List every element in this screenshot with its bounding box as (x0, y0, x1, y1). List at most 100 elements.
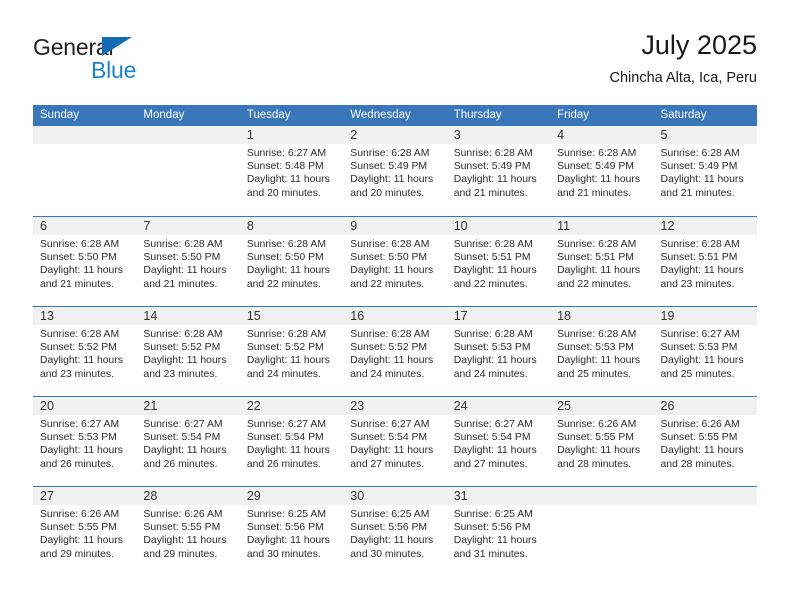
weekday-header-tuesday: Tuesday (246, 109, 291, 121)
calendar-day-cell[interactable]: 7 Sunrise: 6:28 AM Sunset: 5:50 PM Daylight… (136, 217, 240, 306)
daylight-text-line2: and 24 minutes. (453, 368, 528, 380)
calendar-day-cell[interactable]: 25 Sunrise: 6:26 AM Sunset: 5:55 PM Dayligh… (550, 397, 654, 486)
sunset-text: Sunset: 5:49 PM (453, 161, 531, 173)
calendar-day-cell[interactable]: 19 Sunrise: 6:27 AM Sunset: 5:53 PM Dayligh… (653, 307, 757, 396)
calendar-day-cell[interactable]: 8 Sunrise: 6:28 AM Sunset: 5:50 PM Daylight… (239, 217, 344, 306)
sunrise-text: Sunrise: 6:28 AM (453, 148, 533, 159)
day-number: 25 (557, 399, 572, 413)
daylight-text-line2: and 22 minutes. (246, 278, 321, 290)
day-number-band: 5 (653, 126, 757, 144)
day-number: 11 (557, 219, 571, 233)
day-details: Sunrise: 6:28 AM Sunset: 5:50 PM Daylight:… (240, 235, 343, 291)
generalblue-logo[interactable]: General Blue (33, 34, 243, 83)
day-details: Sunrise: 6:27 AM Sunset: 5:48 PM Daylight:… (240, 144, 343, 200)
calendar-day-cell[interactable]: 3 Sunrise: 6:28 AM Sunset: 5:49 PM Daylight… (446, 126, 551, 216)
calendar-day-cell[interactable]: 27 Sunrise: 6:26 AM Sunset: 5:55 PM Dayligh… (33, 487, 137, 576)
weekday-header-thursday: Thursday (453, 109, 502, 121)
sunrise-text: Sunrise: 6:27 AM (660, 329, 740, 340)
day-number-band: 17 (446, 307, 551, 325)
daylight-text-line2: and 22 minutes. (557, 278, 632, 290)
sunset-text: Sunset: 5:55 PM (660, 432, 738, 444)
day-number-band: 9 (343, 217, 447, 235)
calendar-day-cell[interactable]: 13 Sunrise: 6:28 AM Sunset: 5:52 PM Dayligh… (33, 307, 137, 396)
sunset-text: Sunset: 5:53 PM (40, 432, 117, 444)
daylight-text-line2: and 23 minutes. (40, 368, 114, 380)
daylight-text-line2: and 26 minutes. (143, 458, 218, 470)
calendar-day-cell[interactable]: 18 Sunrise: 6:28 AM Sunset: 5:53 PM Dayligh… (550, 307, 654, 396)
calendar-day-cell[interactable]: 29 Sunrise: 6:25 AM Sunset: 5:56 PM Dayligh… (239, 487, 344, 576)
sunrise-text: Sunrise: 6:25 AM (350, 509, 430, 520)
day-number: 24 (453, 399, 468, 413)
sunrise-text: Sunrise: 6:28 AM (143, 239, 223, 250)
daylight-text-line2: and 22 minutes. (453, 278, 528, 290)
day-number-band: 27 (33, 487, 137, 505)
calendar-day-cell[interactable]: 22 Sunrise: 6:27 AM Sunset: 5:54 PM Dayligh… (239, 397, 344, 486)
calendar-day-cell[interactable]: 15 Sunrise: 6:28 AM Sunset: 5:52 PM Dayligh… (239, 307, 344, 396)
calendar-day-cell[interactable]: 20 Sunrise: 6:27 AM Sunset: 5:53 PM Dayligh… (33, 397, 137, 486)
daylight-text-line1: Daylight: 11 hours (40, 535, 123, 547)
calendar-day-cell[interactable]: 31 Sunrise: 6:25 AM Sunset: 5:56 PM Dayligh… (446, 487, 551, 576)
day-number-band: 19 (653, 307, 757, 325)
daylight-text-line1: Daylight: 11 hours (350, 174, 434, 186)
day-number-band: 8 (239, 217, 344, 235)
sunset-text: Sunset: 5:50 PM (246, 252, 324, 264)
daylight-text-line1: Daylight: 11 hours (557, 445, 641, 457)
day-details: Sunrise: 6:27 AM Sunset: 5:53 PM Daylight:… (654, 325, 757, 381)
sunset-text: Sunset: 5:49 PM (557, 161, 634, 173)
sunrise-text: Sunrise: 6:28 AM (350, 239, 430, 250)
calendar-grid: Sunday Monday Tuesday Wednesday Thursday Frid… (33, 105, 757, 576)
day-number: 20 (40, 399, 54, 413)
sunset-text: Sunset: 5:52 PM (246, 342, 324, 354)
calendar-day-cell[interactable]: 10 Sunrise: 6:28 AM Sunset: 5:51 PM Dayligh… (446, 217, 551, 306)
sunset-text: Sunset: 5:54 PM (350, 432, 428, 444)
calendar-day-cell[interactable]: 12 Sunrise: 6:28 AM Sunset: 5:51 PM Dayligh… (653, 217, 757, 306)
daylight-text-line2: and 21 minutes. (453, 187, 528, 199)
calendar-day-cell[interactable]: 28 Sunrise: 6:26 AM Sunset: 5:55 PM Dayligh… (136, 487, 240, 576)
daylight-text-line2: and 21 minutes. (143, 278, 218, 290)
daylight-text-line1: Daylight: 11 hours (557, 355, 641, 367)
calendar-day-cell[interactable]: 23 Sunrise: 6:27 AM Sunset: 5:54 PM Dayligh… (343, 397, 447, 486)
calendar-day-cell[interactable]: 26 Sunrise: 6:26 AM Sunset: 5:55 PM Dayligh… (653, 397, 757, 486)
calendar-day-cell[interactable]: 21 Sunrise: 6:27 AM Sunset: 5:54 PM Dayligh… (136, 397, 240, 486)
calendar-day-cell[interactable]: 16 Sunrise: 6:28 AM Sunset: 5:52 PM Dayligh… (343, 307, 447, 396)
calendar-day-cell[interactable]: 30 Sunrise: 6:25 AM Sunset: 5:56 PM Dayligh… (343, 487, 447, 576)
weekday-header-wednesday: Wednesday (350, 109, 411, 121)
sunrise-text: Sunrise: 6:28 AM (660, 148, 740, 159)
calendar-day-cell[interactable]: 11 Sunrise: 6:28 AM Sunset: 5:51 PM Dayligh… (550, 217, 654, 306)
calendar-day-cell[interactable]: 9 Sunrise: 6:28 AM Sunset: 5:50 PM Daylight… (343, 217, 447, 306)
day-details: Sunrise: 6:26 AM Sunset: 5:55 PM Daylight:… (33, 505, 136, 561)
sunset-text: Sunset: 5:52 PM (143, 342, 221, 354)
day-details: Sunrise: 6:28 AM Sunset: 5:53 PM Daylight:… (447, 325, 550, 381)
day-details: Sunrise: 6:25 AM Sunset: 5:56 PM Daylight:… (447, 505, 550, 561)
sunset-text: Sunset: 5:51 PM (453, 252, 531, 264)
daylight-text-line2: and 29 minutes. (40, 548, 114, 560)
day-number-band: 23 (343, 397, 447, 415)
day-details: Sunrise: 6:27 AM Sunset: 5:53 PM Daylight:… (33, 415, 136, 471)
day-number: 4 (557, 128, 565, 142)
sunset-text: Sunset: 5:54 PM (143, 432, 221, 444)
day-number: 23 (350, 399, 365, 413)
calendar-day-cell[interactable]: 6 Sunrise: 6:28 AM Sunset: 5:50 PM Daylight… (33, 217, 137, 306)
calendar-day-cell[interactable]: 5 Sunrise: 6:28 AM Sunset: 5:49 PM Daylight… (653, 126, 757, 216)
calendar-page: General Blue July 2025 Chincha Alta, Ica… (0, 0, 792, 612)
daylight-text-line1: Daylight: 11 hours (557, 265, 641, 277)
day-number: 1 (246, 128, 254, 142)
daylight-text-line2: and 30 minutes. (246, 548, 321, 560)
calendar-day-cell[interactable]: 1 Sunrise: 6:27 AM Sunset: 5:48 PM Daylight… (239, 126, 344, 216)
sunset-text: Sunset: 5:50 PM (350, 252, 428, 264)
calendar-day-cell[interactable]: 14 Sunrise: 6:28 AM Sunset: 5:52 PM Dayligh… (136, 307, 240, 396)
day-number-band (33, 126, 137, 144)
weekday-header-row: Sunday Monday Tuesday Wednesday Thursday Frid… (33, 105, 757, 126)
daylight-text-line1: Daylight: 11 hours (453, 445, 537, 457)
day-details: Sunrise: 6:28 AM Sunset: 5:50 PM Daylight:… (33, 235, 136, 291)
daylight-text-line2: and 24 minutes. (350, 368, 425, 380)
daylight-text-line2: and 23 minutes. (143, 368, 218, 380)
daylight-text-line2: and 27 minutes. (350, 458, 425, 470)
day-number: 28 (143, 489, 158, 503)
calendar-day-cell[interactable]: 24 Sunrise: 6:27 AM Sunset: 5:54 PM Dayligh… (446, 397, 551, 486)
sunrise-text: Sunrise: 6:27 AM (453, 419, 533, 430)
sunset-text: Sunset: 5:54 PM (246, 432, 324, 444)
calendar-day-cell[interactable]: 4 Sunrise: 6:28 AM Sunset: 5:49 PM Daylight… (550, 126, 654, 216)
calendar-day-cell[interactable]: 17 Sunrise: 6:28 AM Sunset: 5:53 PM Dayligh… (446, 307, 551, 396)
calendar-day-cell[interactable]: 2 Sunrise: 6:28 AM Sunset: 5:49 PM Daylight… (343, 126, 447, 216)
